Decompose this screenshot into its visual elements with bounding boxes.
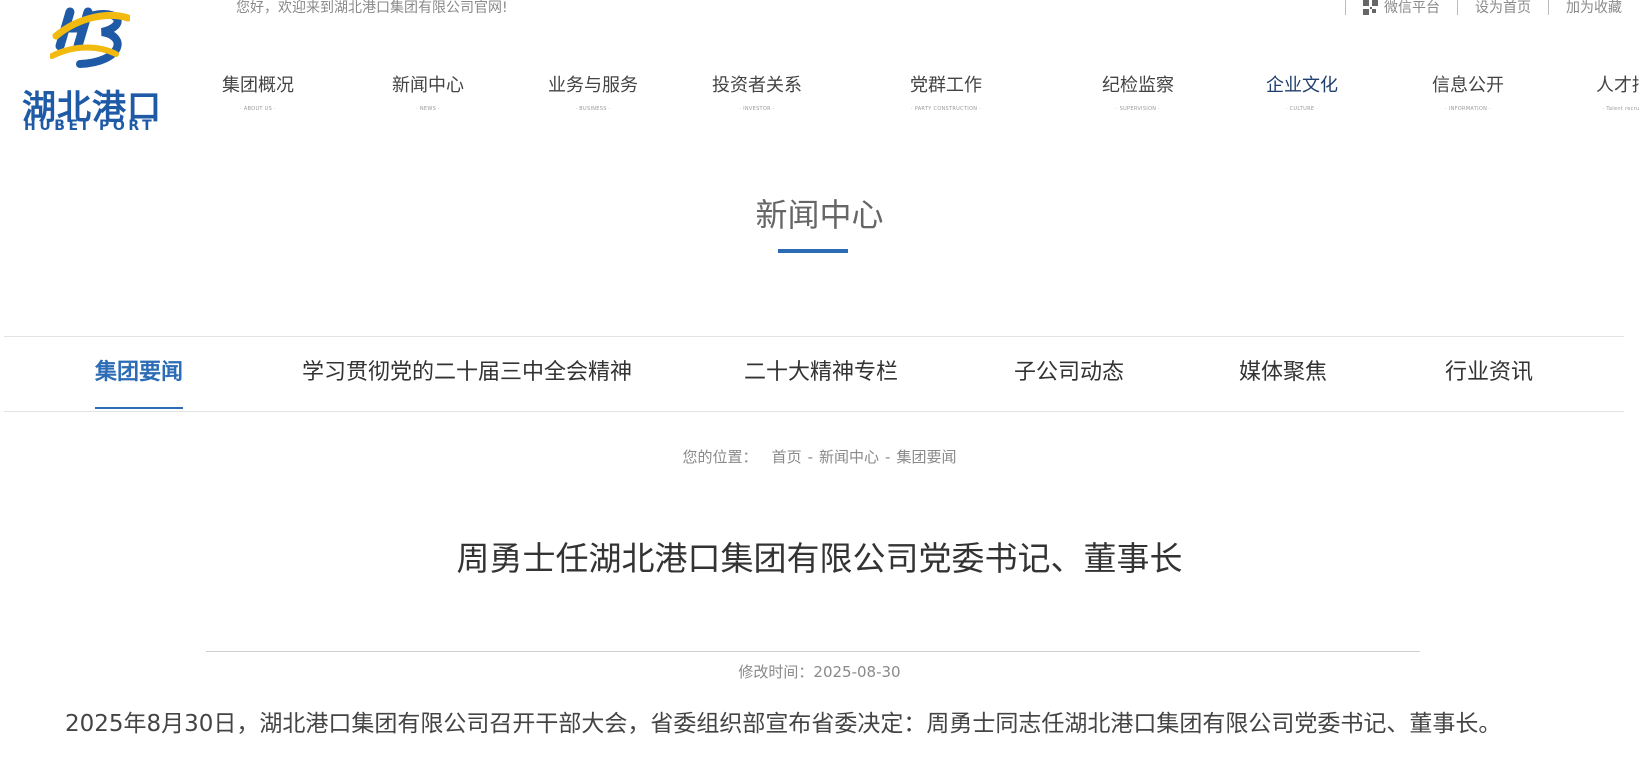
nav-item-news[interactable]: 新闻中心 · NEWS · bbox=[392, 74, 464, 114]
nav-item-culture[interactable]: 企业文化 · CULTURE · bbox=[1266, 74, 1338, 114]
section-title: 新闻中心 bbox=[755, 196, 884, 234]
nav-item-label: 信息公开 bbox=[1432, 75, 1504, 96]
category-tabs: 集团要闻 学习贯彻党的二十届三中全会精神 二十大精神专栏 子公司动态 媒体聚焦 … bbox=[4, 336, 1624, 412]
nav-item-talent[interactable]: 人才招 · Talent recruit bbox=[1596, 74, 1639, 114]
nav-item-investor[interactable]: 投资者关系 · INVESTOR · bbox=[712, 74, 802, 114]
tab-industry-info[interactable]: 行业资讯 bbox=[1445, 337, 1533, 411]
nav-item-sublabel: · BUSINESS · bbox=[575, 106, 611, 112]
welcome-text: 您好，欢迎来到湖北港口集团有限公司官网! bbox=[236, 0, 508, 16]
nav-item-sublabel: · SUPERVISION · bbox=[1115, 106, 1161, 112]
main-nav: 集团概况 · ABOUT US · 新闻中心 · NEWS · 业务与服务 · … bbox=[0, 74, 1639, 118]
nav-item-information[interactable]: 信息公开 · INFORMATION · bbox=[1432, 74, 1504, 114]
set-homepage-label: 设为首页 bbox=[1475, 0, 1531, 16]
breadcrumb-item-news[interactable]: 新闻中心 bbox=[819, 448, 879, 466]
add-favorite-link[interactable]: 加为收藏 bbox=[1548, 0, 1639, 16]
nav-item-sublabel: · INFORMATION · bbox=[1445, 106, 1491, 112]
article-body: 2025年8月30日，湖北港口集团有限公司召开干部大会，省委组织部宣布省委决定：… bbox=[65, 711, 1502, 737]
tab-third-plenum[interactable]: 学习贯彻党的二十届三中全会精神 bbox=[302, 337, 632, 411]
nav-item-label: 党群工作 bbox=[910, 75, 982, 96]
top-links: 微信平台 设为首页 加为收藏 bbox=[1345, 0, 1639, 17]
article-divider bbox=[206, 651, 1420, 652]
tab-group-news[interactable]: 集团要闻 bbox=[95, 337, 184, 411]
nav-item-label: 投资者关系 bbox=[712, 75, 802, 96]
add-favorite-label: 加为收藏 bbox=[1566, 0, 1622, 16]
breadcrumb-separator: - bbox=[885, 448, 891, 466]
breadcrumb-item-home[interactable]: 首页 bbox=[772, 448, 802, 466]
nav-item-business[interactable]: 业务与服务 · BUSINESS · bbox=[548, 74, 638, 114]
nav-item-supervision[interactable]: 纪检监察 · SUPERVISION · bbox=[1102, 74, 1174, 114]
nav-item-about[interactable]: 集团概况 · ABOUT US · bbox=[222, 74, 294, 114]
tab-subsidiary-news[interactable]: 子公司动态 bbox=[1014, 337, 1124, 411]
nav-item-sublabel: · INVESTOR · bbox=[739, 106, 775, 112]
breadcrumb-separator: - bbox=[807, 448, 813, 466]
tab-media-focus[interactable]: 媒体聚焦 bbox=[1239, 337, 1327, 411]
nav-item-sublabel: · PARTY CONSTRUCTION · bbox=[910, 106, 982, 112]
nav-item-party[interactable]: 党群工作 · PARTY CONSTRUCTION · bbox=[910, 74, 982, 114]
nav-item-sublabel: · CULTURE · bbox=[1285, 106, 1319, 112]
set-homepage-link[interactable]: 设为首页 bbox=[1457, 0, 1548, 16]
breadcrumb: 您的位置： 首页 - 新闻中心 - 集团要闻 bbox=[0, 446, 1639, 467]
nav-item-label: 集团概况 bbox=[222, 75, 294, 96]
wechat-link[interactable]: 微信平台 bbox=[1345, 0, 1457, 16]
article-modified-time: 修改时间：2025-08-30 bbox=[738, 663, 901, 681]
nav-item-label: 人才招 bbox=[1596, 75, 1639, 96]
hb-logo-mark-icon bbox=[50, 7, 130, 68]
breadcrumb-item-current[interactable]: 集团要闻 bbox=[896, 448, 956, 466]
tab-twentieth-congress[interactable]: 二十大精神专栏 bbox=[744, 337, 898, 411]
nav-item-label: 纪检监察 bbox=[1102, 75, 1174, 96]
section-title-underline bbox=[778, 249, 848, 253]
logo-text-en: HUBEI PORT bbox=[24, 118, 156, 134]
nav-item-sublabel: · ABOUT US · bbox=[240, 106, 276, 112]
qr-code-icon bbox=[1363, 0, 1378, 15]
nav-item-sublabel: · Talent recruit bbox=[1602, 106, 1639, 112]
nav-item-label: 业务与服务 bbox=[548, 75, 638, 96]
article-title: 周勇士任湖北港口集团有限公司党委书记、董事长 bbox=[456, 539, 1183, 578]
nav-item-label: 新闻中心 bbox=[392, 75, 464, 96]
wechat-label: 微信平台 bbox=[1384, 0, 1440, 16]
nav-item-sublabel: · NEWS · bbox=[416, 106, 440, 112]
nav-item-label: 企业文化 bbox=[1266, 75, 1338, 96]
breadcrumb-label: 您的位置： bbox=[682, 448, 758, 466]
